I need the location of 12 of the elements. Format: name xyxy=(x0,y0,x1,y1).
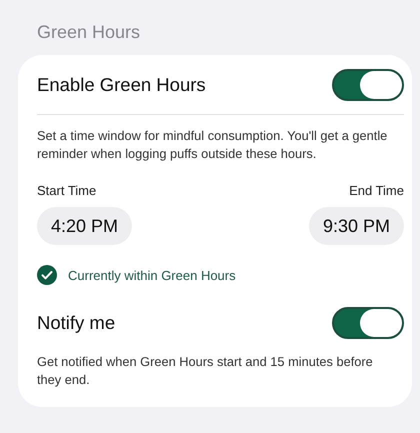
description-text: Get notified when Green Hours start and 15 minutes before they end. xyxy=(37,353,374,389)
setting-label: Enable Green Hours xyxy=(37,74,206,96)
time-label: End Time xyxy=(349,183,404,198)
section-title: Green Hours xyxy=(36,22,142,43)
time-picker[interactable]: 9:30 PM xyxy=(308,207,404,245)
toggle-switch[interactable] xyxy=(332,307,404,339)
setting-label: Notify me xyxy=(37,312,116,334)
toggle-switch[interactable] xyxy=(332,69,404,101)
time-label: Start Time xyxy=(37,183,96,198)
time-picker[interactable]: 4:20 PM xyxy=(37,207,132,245)
description-text: Set a time window for mindful consumption. You'll get a gentle reminder when logging puffs outside these hours. xyxy=(37,127,388,163)
status-text: Currently within Green Hours xyxy=(68,268,236,282)
